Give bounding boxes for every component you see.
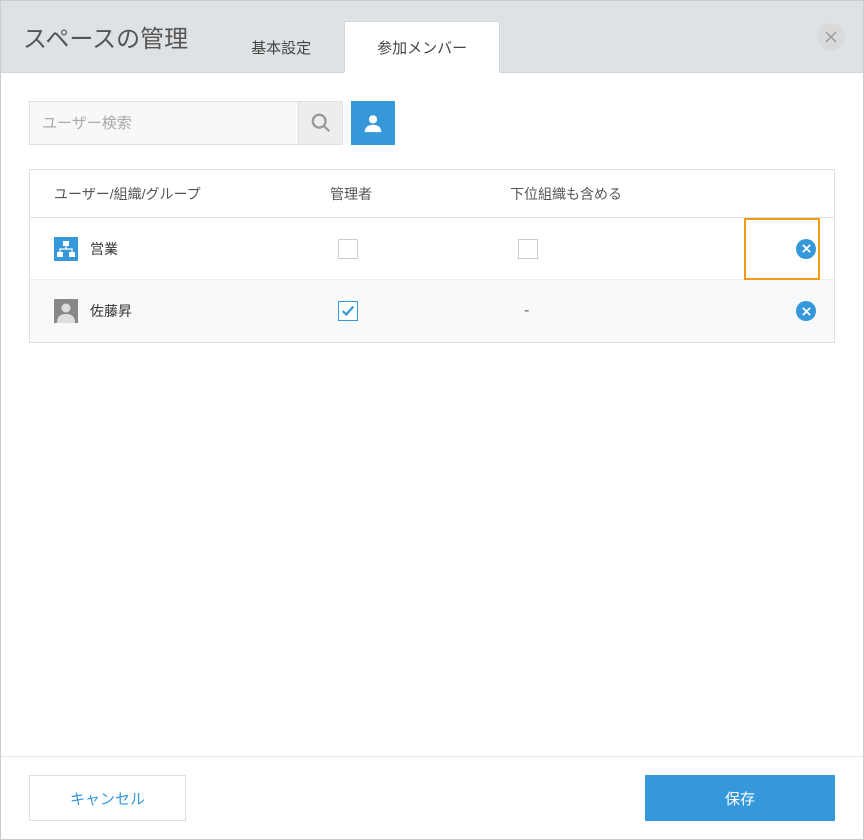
- search-icon: [310, 112, 332, 134]
- remove-button[interactable]: [796, 301, 816, 321]
- table-row: 佐藤昇 -: [30, 280, 834, 342]
- user-avatar-icon: [54, 299, 78, 323]
- remove-cell: [710, 301, 834, 321]
- remove-cell: [710, 239, 834, 259]
- person-icon: [362, 112, 384, 134]
- close-button[interactable]: [817, 23, 845, 51]
- dialog-title: スペースの管理: [1, 1, 210, 72]
- member-cell: 佐藤昇: [30, 299, 330, 323]
- remove-icon: [802, 307, 811, 316]
- member-cell: 営業: [30, 237, 330, 261]
- dialog-footer: キャンセル 保存: [1, 756, 863, 839]
- tab-label: 基本設定: [251, 37, 311, 58]
- members-table: ユーザー/組織/グループ 管理者 下位組織も含める: [29, 169, 835, 343]
- remove-button[interactable]: [796, 239, 816, 259]
- sub-cell: [510, 239, 710, 259]
- member-name: 佐藤昇: [90, 301, 132, 321]
- close-icon: [825, 31, 837, 43]
- admin-cell: [330, 301, 510, 321]
- table-row: 営業: [30, 218, 834, 280]
- member-name: 営業: [90, 239, 118, 259]
- col-header-sub: 下位組織も含める: [510, 184, 710, 204]
- admin-checkbox[interactable]: [338, 301, 358, 321]
- dialog-body: ユーザー/組織/グループ 管理者 下位組織も含める: [1, 73, 863, 756]
- search-button[interactable]: [298, 102, 342, 144]
- org-icon: [54, 237, 78, 261]
- include-sub-checkbox[interactable]: [518, 239, 538, 259]
- tab-members[interactable]: 参加メンバー: [344, 21, 500, 73]
- save-button[interactable]: 保存: [645, 775, 835, 821]
- remove-icon: [802, 244, 811, 253]
- sub-cell: -: [510, 302, 710, 320]
- admin-checkbox[interactable]: [338, 239, 358, 259]
- table-header-row: ユーザー/組織/グループ 管理者 下位組織も含める: [30, 170, 834, 218]
- tab-basic-settings[interactable]: 基本設定: [218, 21, 344, 73]
- check-icon: [341, 304, 355, 318]
- org-picker-button[interactable]: [351, 101, 395, 145]
- search-row: [29, 101, 835, 145]
- button-label: キャンセル: [70, 788, 145, 809]
- tabs: 基本設定 参加メンバー: [218, 1, 500, 72]
- dialog-header: スペースの管理 基本設定 参加メンバー: [1, 1, 863, 73]
- admin-cell: [330, 239, 510, 259]
- button-label: 保存: [725, 788, 755, 809]
- cancel-button[interactable]: キャンセル: [29, 775, 186, 821]
- col-header-admin: 管理者: [330, 184, 510, 204]
- user-search-input[interactable]: [30, 102, 298, 144]
- not-applicable-dash: -: [510, 302, 529, 319]
- tab-label: 参加メンバー: [377, 37, 467, 58]
- search-box: [29, 101, 343, 145]
- col-header-name: ユーザー/組織/グループ: [30, 184, 330, 204]
- space-management-dialog: スペースの管理 基本設定 参加メンバー: [0, 0, 864, 840]
